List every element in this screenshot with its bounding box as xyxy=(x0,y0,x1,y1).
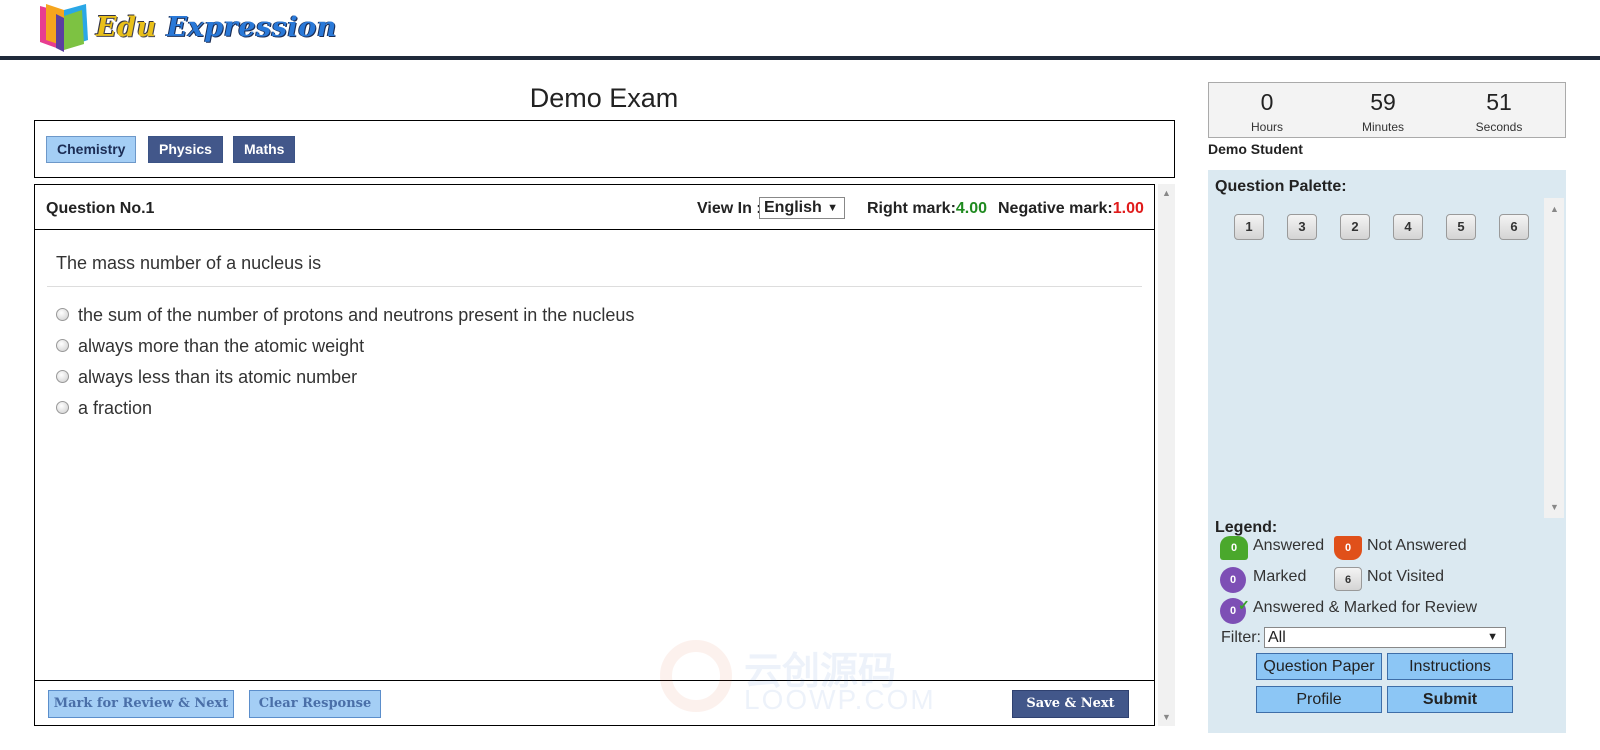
minutes-label: Minutes xyxy=(1361,120,1405,134)
legend-label: Answered & Marked for Review xyxy=(1253,599,1478,616)
radio-button[interactable] xyxy=(56,370,69,383)
minutes-value: 59 xyxy=(1370,89,1396,115)
app-header: Edu Expression xyxy=(0,0,1600,60)
question-scrollbar[interactable]: ▲ ▼ xyxy=(1158,184,1175,726)
profile-button[interactable]: Profile xyxy=(1256,686,1382,713)
question-header: Question No.1 View In : English ▼ Right … xyxy=(35,185,1154,230)
watermark: 云创源码 LOOWP.COM xyxy=(660,640,950,720)
palette-question-button[interactable]: 2 xyxy=(1340,214,1370,240)
view-in-label: View In : xyxy=(697,200,762,217)
negative-mark-label: Negative mark: xyxy=(998,200,1113,217)
right-mark-value: 4.00 xyxy=(955,200,988,217)
watermark-subtext: LOOWP.COM xyxy=(744,684,936,715)
not-answered-badge-icon: 0 xyxy=(1334,536,1362,560)
logo-word-edu: Edu xyxy=(96,12,157,43)
tab-physics[interactable]: Physics xyxy=(148,136,223,163)
question-number: Question No.1 xyxy=(46,200,155,217)
legend-title: Legend: xyxy=(1215,519,1278,536)
negative-mark-value: 1.00 xyxy=(1112,200,1144,217)
radio-button[interactable] xyxy=(56,308,69,321)
right-mark-label: Right mark: xyxy=(867,200,956,217)
check-icon: ✓ xyxy=(1238,597,1250,613)
right-mark: Right mark:4.00 xyxy=(867,200,987,218)
option-text: always more than the atomic weight xyxy=(78,336,365,356)
seconds-value: 51 xyxy=(1486,89,1512,115)
countdown-timer: 0 Hours 59 Minutes 51 Seconds xyxy=(1208,82,1566,138)
question-panel: Question No.1 View In : English ▼ Right … xyxy=(34,184,1155,726)
radio-button[interactable] xyxy=(56,401,69,414)
scroll-down-icon[interactable]: ▼ xyxy=(1162,712,1171,722)
scroll-down-icon[interactable]: ▼ xyxy=(1550,502,1559,512)
language-select[interactable]: English ▼ xyxy=(759,197,845,219)
option-text: the sum of the number of protons and neu… xyxy=(78,305,635,325)
student-name: Demo Student xyxy=(1208,141,1303,157)
question-text: The mass number of a nucleus is xyxy=(56,253,322,273)
palette-question-button[interactable]: 4 xyxy=(1393,214,1423,240)
logo-word-expression: Expression xyxy=(166,12,337,43)
mark-review-next-button[interactable]: Mark for Review & Next xyxy=(48,690,234,718)
filter-value: All xyxy=(1268,629,1286,646)
hours-value: 0 xyxy=(1260,89,1274,115)
save-next-button[interactable]: Save & Next xyxy=(1012,690,1129,718)
filter-label: Filter: xyxy=(1221,629,1261,646)
not-visited-badge-icon: 6 xyxy=(1334,567,1362,591)
timer-hours: 0 Hours xyxy=(1217,83,1317,134)
chevron-down-icon: ▼ xyxy=(827,202,838,214)
subject-tabs: Chemistry Physics Maths xyxy=(34,120,1175,178)
divider xyxy=(47,286,1142,287)
option-text: a fraction xyxy=(78,398,153,418)
tab-chemistry[interactable]: Chemistry xyxy=(46,136,137,163)
legend-label: Not Visited xyxy=(1367,568,1445,585)
answered-marked-badge-icon: 0 ✓ xyxy=(1220,597,1250,624)
legend-label: Answered xyxy=(1253,537,1325,554)
logo-text: Edu Expression xyxy=(96,12,337,43)
legend-label: Marked xyxy=(1253,568,1307,585)
timer-minutes: 59 Minutes xyxy=(1333,83,1433,134)
scroll-up-icon[interactable]: ▲ xyxy=(1162,188,1171,198)
chevron-down-icon: ▼ xyxy=(1487,631,1498,643)
legend-label: Not Answered xyxy=(1367,537,1467,554)
seconds-label: Seconds xyxy=(1475,120,1523,134)
badge-count: 0 xyxy=(1229,605,1237,617)
palette-title: Question Palette: xyxy=(1215,178,1347,195)
radio-button[interactable] xyxy=(56,339,69,352)
question-footer: Mark for Review & Next Clear Response Sa… xyxy=(35,680,1154,725)
answered-badge-icon: 0 xyxy=(1220,536,1248,560)
book-logo-icon xyxy=(40,4,88,52)
hours-label: Hours xyxy=(1250,120,1283,134)
scroll-up-icon[interactable]: ▲ xyxy=(1550,204,1559,214)
palette-grid: 1 3 2 4 5 6 xyxy=(1215,198,1544,518)
submit-button[interactable]: Submit xyxy=(1387,686,1513,713)
tab-maths[interactable]: Maths xyxy=(233,136,296,163)
question-palette: Question Palette: 1 3 2 4 5 6 ▲ ▼ Legend… xyxy=(1208,170,1566,733)
palette-question-button[interactable]: 1 xyxy=(1234,214,1264,240)
exam-title: Demo Exam xyxy=(529,83,679,113)
timer-seconds: 51 Seconds xyxy=(1449,83,1549,134)
question-paper-button[interactable]: Question Paper xyxy=(1256,653,1382,680)
palette-question-button[interactable]: 3 xyxy=(1287,214,1317,240)
negative-mark: Negative mark:1.00 xyxy=(998,200,1144,218)
clear-response-button[interactable]: Clear Response xyxy=(249,690,381,718)
option-text: always less than its atomic number xyxy=(78,367,358,387)
instructions-button[interactable]: Instructions xyxy=(1387,653,1513,680)
watermark-logo-icon xyxy=(660,640,732,712)
logo: Edu Expression xyxy=(36,2,336,54)
palette-scrollbar[interactable]: ▲ ▼ xyxy=(1544,198,1564,518)
marked-badge-icon: 0 xyxy=(1220,567,1246,593)
language-value: English xyxy=(764,199,822,216)
palette-question-button[interactable]: 5 xyxy=(1446,214,1476,240)
palette-question-button[interactable]: 6 xyxy=(1499,214,1529,240)
filter-select[interactable]: All ▼ xyxy=(1264,627,1506,648)
